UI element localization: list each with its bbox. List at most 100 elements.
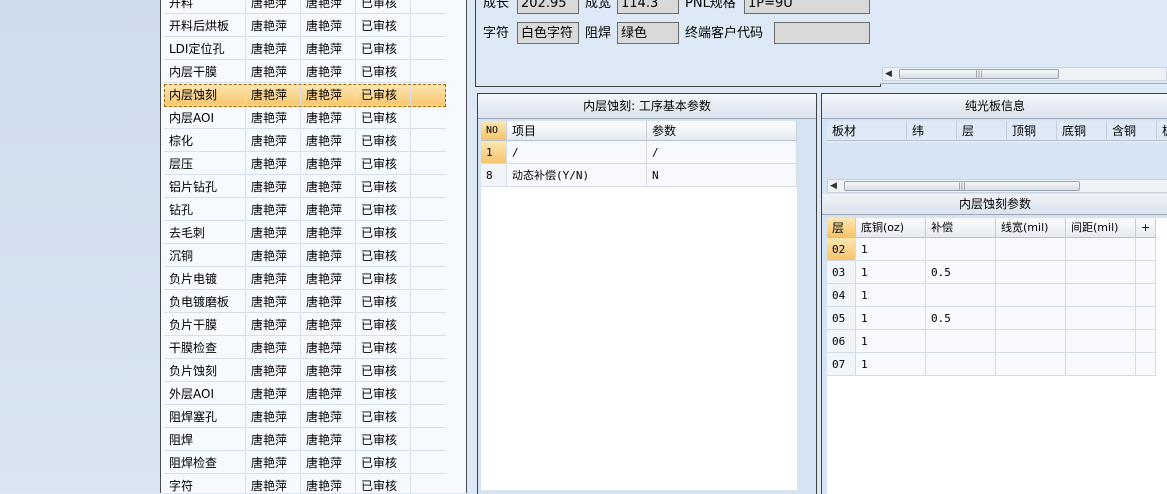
param-row[interactable]: 1// [481,141,797,164]
board-header-4[interactable]: 底铜 [1057,121,1107,141]
length-field[interactable]: 202.95 [517,0,579,14]
etch-header-3[interactable]: 线宽(mil) [996,218,1066,238]
etch-cell[interactable] [1136,353,1156,376]
param-cell[interactable]: / [647,141,797,164]
process-row[interactable]: 铝片钻孔 唐艳萍 唐艳萍 已审核 [164,176,446,199]
blank-cell [411,429,446,451]
etch-cell[interactable] [1136,307,1156,330]
etch-cell[interactable] [1066,307,1136,330]
process-row[interactable]: LDI定位孔 唐艳萍 唐艳萍 已审核 [164,38,446,61]
process-row[interactable]: 去毛刺 唐艳萍 唐艳萍 已审核 [164,222,446,245]
process-row[interactable]: 干膜检查 唐艳萍 唐艳萍 已审核 [164,337,446,360]
etch-cell[interactable]: 0.5 [926,261,996,284]
board-grid[interactable]: 板材纬层顶铜底铜含铜板 [827,121,1167,143]
etch-cell[interactable] [1136,330,1156,353]
process-row[interactable]: 负片蚀刻 唐艳萍 唐艳萍 已审核 [164,360,446,383]
etch-cell[interactable]: 0.5 [926,307,996,330]
mask-field[interactable]: 绿色 [617,22,679,44]
process-row[interactable]: 沉铜 唐艳萍 唐艳萍 已审核 [164,245,446,268]
etch-cell[interactable] [1136,284,1156,307]
process-row[interactable]: 开料 唐艳萍 唐艳萍 已审核 [164,0,446,15]
process-row[interactable]: 开料后烘板 唐艳萍 唐艳萍 已审核 [164,15,446,38]
process-row[interactable]: 钻孔 唐艳萍 唐艳萍 已审核 [164,199,446,222]
etch-cell[interactable] [926,353,996,376]
board-header-0[interactable]: 板材 [827,121,907,141]
customer-code-field[interactable] [774,22,870,44]
etch-cell[interactable] [996,353,1066,376]
param-header-0[interactable]: NO [481,121,507,141]
param-cell[interactable]: 动态补偿(Y/N) [507,164,647,187]
process-row[interactable]: 负片干膜 唐艳萍 唐艳萍 已审核 [164,314,446,337]
etch-cell[interactable] [1066,353,1136,376]
etch-cell[interactable] [1066,238,1136,261]
etch-cell[interactable] [1066,261,1136,284]
board-header-3[interactable]: 顶铜 [1007,121,1057,141]
top-right-hscrollbar[interactable]: ◀ ||| [882,67,1167,81]
etch-header-0[interactable]: 层 [827,218,856,238]
etch-cell[interactable] [1066,284,1136,307]
process-row[interactable]: 负电镀磨板 唐艳萍 唐艳萍 已审核 [164,291,446,314]
etch-parameter-grid[interactable]: 层底铜(oz) 补偿 线宽(mil) 间距(mil) +02 1 03 1 0.5 04 1 05 1 0… [827,218,1167,494]
etch-cell[interactable] [1066,330,1136,353]
etch-cell[interactable] [996,261,1066,284]
board-header-6[interactable]: 板 [1157,121,1167,141]
process-row[interactable]: 层压 唐艳萍 唐艳萍 已审核 [164,153,446,176]
process-list-grid[interactable]: 开料 唐艳萍 唐艳萍 已审核 开料后烘板 唐艳萍 唐艳萍 已审核 LDI定位孔 唐艳萍 唐艳萍 已审核… [160,0,467,493]
etch-row[interactable]: 06 1 [827,330,1167,353]
etch-cell[interactable]: 1 [856,284,926,307]
status-cell: 已审核 [356,222,411,244]
etch-row[interactable]: 05 1 0.5 [827,307,1167,330]
legend-field[interactable]: 白色字符 [517,22,579,44]
board-header-5[interactable]: 含铜 [1107,121,1157,141]
param-cell[interactable]: N [647,164,797,187]
process-row[interactable]: 字符 唐艳萍 唐艳萍 已审核 [164,475,446,493]
etch-cell[interactable] [996,330,1066,353]
etch-cell[interactable] [1136,261,1156,284]
etch-cell[interactable] [996,284,1066,307]
etch-header-1[interactable]: 底铜(oz) [856,218,926,238]
creator-cell: 唐艳萍 [246,291,301,313]
etch-row[interactable]: 02 1 [827,238,1167,261]
etch-cell[interactable]: 1 [856,353,926,376]
param-row[interactable]: 8 动态补偿(Y/N) N [481,164,797,187]
etch-cell[interactable] [996,307,1066,330]
etch-row[interactable]: 03 1 0.5 [827,261,1167,284]
scroll-left-arrow-icon[interactable]: ◀ [885,68,892,80]
param-header-2[interactable]: 参数 [647,121,797,141]
process-row[interactable]: 外层AOI 唐艳萍 唐艳萍 已审核 [164,383,446,406]
etch-cell[interactable]: 1 [856,261,926,284]
scroll-left-arrow-icon[interactable]: ◀ [830,180,837,192]
etch-cell[interactable]: 1 [856,238,926,261]
process-row[interactable]: 阻焊检查 唐艳萍 唐艳萍 已审核 [164,452,446,475]
etch-cell[interactable] [996,238,1066,261]
board-header-1[interactable]: 纬 [907,121,957,141]
etch-cell[interactable] [926,330,996,353]
process-row[interactable]: 内层蚀刻 唐艳萍 唐艳萍 已审核 [164,84,446,107]
process-row[interactable]: 负片电镀 唐艳萍 唐艳萍 已审核 [164,268,446,291]
width-field[interactable]: 114.3 [617,0,679,14]
param-header-1[interactable]: 项目 [507,121,647,141]
process-row[interactable]: 棕化 唐艳萍 唐艳萍 已审核 [164,130,446,153]
param-grid[interactable]: NO 项目 参数 1//8 动态补偿(Y/N) N [481,121,797,490]
process-row[interactable]: 内层干膜 唐艳萍 唐艳萍 已审核 [164,61,446,84]
process-row[interactable]: 阻焊塞孔 唐艳萍 唐艳萍 已审核 [164,406,446,429]
etch-cell[interactable]: 1 [856,307,926,330]
etch-row[interactable]: 07 1 [827,353,1167,376]
etch-cell[interactable] [926,284,996,307]
etch-cell[interactable]: 1 [856,330,926,353]
process-row[interactable]: 阻焊 唐艳萍 唐艳萍 已审核 [164,429,446,452]
etch-cell[interactable] [926,238,996,261]
board-header-2[interactable]: 层 [957,121,1007,141]
etch-cell[interactable] [1136,238,1156,261]
process-row[interactable]: 内层AOI 唐艳萍 唐艳萍 已审核 [164,107,446,130]
board-hscrollbar[interactable]: ◀ ||| [827,179,1167,193]
param-cell[interactable]: / [507,141,647,164]
scroll-thumb[interactable]: ||| [844,181,1080,191]
scroll-thumb[interactable]: ||| [899,69,1059,79]
etch-cell: 06 [827,330,856,353]
etch-header-4[interactable]: 间距(mil) [1066,218,1136,238]
etch-header-2[interactable]: 补偿 [926,218,996,238]
pnl-field[interactable]: 1P=9U [744,0,870,14]
etch-header-5[interactable]: + [1136,218,1156,238]
etch-row[interactable]: 04 1 [827,284,1167,307]
